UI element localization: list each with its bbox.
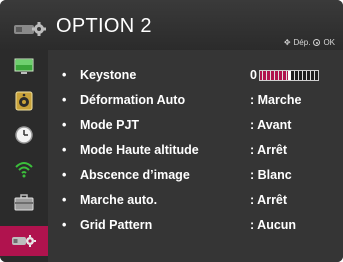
ok-button-icon xyxy=(313,39,321,46)
bullet: • xyxy=(62,93,67,107)
setting-value: : Aucun xyxy=(250,218,297,232)
setting-row-high-altitude[interactable]: • Mode Haute altitude : Arrêt xyxy=(48,141,343,161)
setting-value: : Arrêt xyxy=(250,193,288,207)
bullet: • xyxy=(62,68,67,82)
move-arrows-icon: ✥ xyxy=(283,38,291,47)
picture-icon xyxy=(14,58,34,74)
setting-label: Mode PJT xyxy=(80,118,140,132)
setting-value: : Blanc xyxy=(250,168,292,182)
speaker-icon xyxy=(15,91,33,111)
keystone-value: 0 xyxy=(250,68,257,82)
setting-label: Déformation Auto xyxy=(80,93,186,107)
setting-label: Marche auto. xyxy=(80,193,158,207)
sidebar-item-time[interactable] xyxy=(0,120,48,150)
bullet: • xyxy=(62,193,67,207)
clock-icon xyxy=(15,126,33,144)
setting-value: : Avant xyxy=(250,118,292,132)
page-title: OPTION 2 xyxy=(56,15,152,37)
setting-label: Abscence d’image xyxy=(80,168,190,182)
bullet: • xyxy=(62,218,67,232)
setting-row-mode-pjt[interactable]: • Mode PJT : Avant xyxy=(48,116,343,136)
projector-settings-icon xyxy=(14,22,46,36)
category-sidebar xyxy=(0,50,48,262)
settings-list: • Keystone 0 • Déformation Auto : Marche… xyxy=(48,50,343,262)
toolbox-icon xyxy=(14,194,34,211)
setting-label: Grid Pattern xyxy=(80,218,153,232)
sidebar-item-network[interactable] xyxy=(0,154,48,184)
bullet: • xyxy=(62,168,67,182)
bullet: • xyxy=(62,118,67,132)
setting-value: : Marche xyxy=(250,93,302,107)
sidebar-item-audio[interactable] xyxy=(0,86,48,116)
menu-header: OPTION 2 ✥ Dép. OK xyxy=(0,0,343,50)
navigation-hint: ✥ Dép. OK xyxy=(284,38,335,47)
move-hint-label: Dép. xyxy=(293,38,311,47)
setting-row-deformation-auto[interactable]: • Déformation Auto : Marche xyxy=(48,91,343,111)
setting-label: Mode Haute altitude xyxy=(80,143,199,157)
sidebar-item-option-2[interactable] xyxy=(0,226,48,256)
ok-hint-label: OK xyxy=(323,38,335,47)
setting-row-grid-pattern[interactable]: • Grid Pattern : Aucun xyxy=(48,216,343,236)
setting-label: Keystone xyxy=(80,68,137,82)
slider-knob[interactable] xyxy=(287,71,291,80)
setting-row-keystone[interactable]: • Keystone 0 xyxy=(48,66,343,86)
option-2-menu: OPTION 2 ✥ Dép. OK • Keystone 0 • Déform… xyxy=(0,0,343,262)
projector-settings-icon xyxy=(12,235,36,247)
setting-value: : Arrêt xyxy=(250,143,288,157)
keystone-slider[interactable] xyxy=(259,70,319,81)
setting-row-no-image[interactable]: • Abscence d’image : Blanc xyxy=(48,166,343,186)
sidebar-item-picture[interactable] xyxy=(0,52,48,82)
sidebar-item-general[interactable] xyxy=(0,188,48,218)
wifi-icon xyxy=(15,162,33,178)
bullet: • xyxy=(62,143,67,157)
setting-row-auto-power[interactable]: • Marche auto. : Arrêt xyxy=(48,191,343,211)
